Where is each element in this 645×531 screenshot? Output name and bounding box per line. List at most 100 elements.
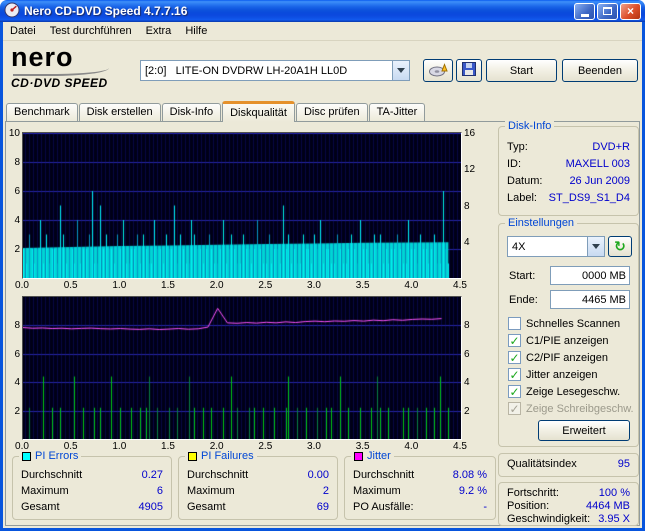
advanced-button[interactable]: Erweitert — [538, 420, 630, 441]
stat-value: 8.08 % — [452, 469, 487, 481]
pi-errors-yaxis-right: 16 12 8 4 — [464, 128, 476, 248]
pi-failures-legend-swatch — [188, 451, 197, 461]
menu-extra[interactable]: Extra — [139, 23, 179, 39]
disk-typ-value: DVD+R — [592, 141, 630, 153]
pi-errors-xaxis: 0.0 0.5 1.0 1.5 2.0 2.5 3.0 3.5 4.0 4.5 — [15, 280, 467, 291]
pi-errors-chart — [22, 132, 462, 279]
stat-label: Gesamt — [187, 501, 226, 513]
stat-value: 69 — [316, 501, 329, 513]
check-icon: ✓ — [509, 384, 520, 399]
menu-test-durchfuehren[interactable]: Test durchführen — [43, 23, 139, 39]
stat-value: - — [483, 501, 487, 513]
check-icon: ✓ — [509, 333, 520, 348]
tab-ta-jitter[interactable]: TA-Jitter — [368, 103, 426, 121]
jitter-stats-box: Jitter Durchschnitt 8.08 % Maximum 9.2 % P… — [344, 450, 496, 520]
stat-label: Gesamt — [21, 501, 60, 513]
maximize-button[interactable] — [597, 2, 618, 20]
tab-strip: Benchmark Disk erstellen Disk-Info Diskq… — [6, 100, 640, 122]
stat-value: 2 — [322, 485, 329, 497]
tab-diskqualitaet[interactable]: Diskqualität — [222, 101, 295, 122]
title-bar[interactable]: Nero CD-DVD Speed 4.7.7.16 × — [0, 0, 645, 22]
save-button[interactable] — [456, 59, 482, 82]
stat-value: 4905 — [138, 501, 163, 513]
menu-hilfe[interactable]: Hilfe — [178, 23, 214, 39]
disk-id-value: MAXELL 003 — [565, 158, 630, 170]
app-window: Nero CD-DVD Speed 4.7.7.16 × Datei Test … — [0, 0, 645, 531]
ende-field-label: Ende: — [509, 293, 538, 306]
checkbox-box: ✓ — [508, 351, 521, 364]
speed-select-value: 4X — [512, 240, 526, 253]
refresh-icon: ↻ — [614, 238, 626, 254]
jitter-legend-swatch — [354, 451, 363, 461]
stat-label: Durchschnitt — [187, 469, 249, 481]
stat-value: 6 — [156, 485, 163, 497]
close-button[interactable]: × — [620, 2, 641, 20]
stat-value: 0.27 — [141, 469, 163, 481]
nero-logo-text: nero — [11, 42, 74, 72]
jitter-stats-title: Jitter — [367, 450, 391, 462]
pi-errors-yaxis-left: 10 8 6 4 2 — [8, 128, 20, 255]
disk-datum-label: Datum: — [507, 175, 543, 187]
checkbox-zeige-lesegeschw[interactable]: ✓ Zeige Lesegeschw. — [508, 384, 634, 399]
quality-index-label: Qualitätsindex — [507, 458, 577, 470]
checkbox-c2-pif-anzeigen[interactable]: ✓ C2/PIF anzeigen — [508, 350, 634, 365]
eject-disc-button[interactable] — [423, 59, 453, 82]
menu-bar: Datei Test durchführen Extra Hilfe — [3, 22, 642, 41]
start-button[interactable]: Start — [486, 59, 557, 82]
checkbox-jitter-anzeigen[interactable]: ✓ Jitter anzeigen — [508, 367, 634, 382]
checkbox-box: ✓ — [508, 385, 521, 398]
stat-value: 0.00 — [307, 469, 329, 481]
stat-label: Maximum — [187, 485, 235, 497]
quit-button[interactable]: Beenden — [562, 59, 638, 82]
tab-page-diskqualitaet: 10 8 6 4 2 16 12 8 4 0.0 0.5 1.0 1.5 2.0 2.5 3.0 3.5 4.… — [5, 120, 640, 526]
stat-label: Maximum — [353, 485, 401, 497]
checkbox-zeige-schreibgeschw: ✓ Zeige Schreibgeschw. — [508, 401, 634, 416]
disk-id-label: ID: — [507, 158, 522, 170]
tab-benchmark[interactable]: Benchmark — [6, 103, 78, 121]
checkbox-box: ✓ — [508, 368, 521, 381]
speed-select[interactable]: 4X — [507, 236, 605, 257]
checkbox-box: ✓ — [508, 334, 521, 347]
disk-label-label: Label: — [507, 192, 537, 204]
progress-label: Fortschritt: — [507, 487, 559, 499]
position-value: 4464 MB — [585, 500, 630, 512]
save-floppy-icon — [462, 62, 476, 79]
eject-disc-icon — [428, 62, 448, 80]
ende-input[interactable] — [550, 290, 630, 309]
progress-value: 100 % — [598, 487, 630, 499]
stat-value: 9.2 % — [458, 485, 487, 497]
start-input[interactable] — [550, 266, 630, 285]
settings-title: Einstellungen — [508, 217, 575, 229]
menu-datei[interactable]: Datei — [3, 23, 43, 39]
speed-label: Geschwindigkeit: — [507, 513, 591, 525]
pi-errors-stats-box: PI Errors Durchschnitt 0.27 Maximum 6 Gesa… — [12, 450, 172, 520]
drive-select[interactable]: [2:0] LITE-ON DVDRW LH-20A1H LL0D — [140, 60, 410, 81]
quality-index-value: 95 — [617, 458, 630, 470]
chevron-down-icon[interactable] — [587, 237, 604, 256]
disk-info-title: Disk-Info — [508, 120, 552, 132]
toolbar: nero CD·DVD SPEED [2:0] LITE-ON DVDRW LH… — [3, 42, 642, 100]
stat-label: Durchschnitt — [21, 469, 83, 481]
drive-select-value: [2:0] LITE-ON DVDRW LH-20A1H LL0D — [145, 64, 348, 77]
tab-disc-pruefen[interactable]: Disc prüfen — [295, 103, 368, 121]
window-body: Datei Test durchführen Extra Hilfe nero … — [0, 22, 645, 531]
settings-group: Einstellungen 4X ↻ Start: Ende: ✓ Schnel… — [498, 217, 639, 447]
nero-logo: nero CD·DVD SPEED — [11, 44, 141, 96]
disk-datum-value: 26 Jun 2009 — [569, 175, 630, 187]
checkbox-schnelles-scannen[interactable]: ✓ Schnelles Scannen — [508, 316, 634, 331]
cddvdspeed-logo-text: CD·DVD SPEED — [11, 76, 108, 90]
check-icon: ✓ — [509, 367, 520, 382]
minimize-button[interactable] — [574, 2, 595, 20]
pi-errors-legend-swatch — [22, 451, 31, 461]
pi-failures-stats-title: PI Failures — [201, 450, 254, 462]
tab-disk-erstellen[interactable]: Disk erstellen — [78, 103, 161, 121]
refresh-button[interactable]: ↻ — [608, 236, 632, 257]
chevron-down-icon[interactable] — [392, 61, 409, 80]
tab-disk-info[interactable]: Disk-Info — [161, 103, 222, 121]
pi-failures-chart — [22, 296, 462, 440]
checkbox-c1-pie-anzeigen[interactable]: ✓ C1/PIE anzeigen — [508, 333, 634, 348]
disk-info-group: Disk-Info Typ: DVD+R ID: MAXELL 003 Datum:… — [498, 120, 639, 216]
start-field-label: Start: — [509, 269, 536, 282]
check-icon: ✓ — [509, 350, 520, 365]
checkbox-box: ✓ — [508, 402, 521, 415]
